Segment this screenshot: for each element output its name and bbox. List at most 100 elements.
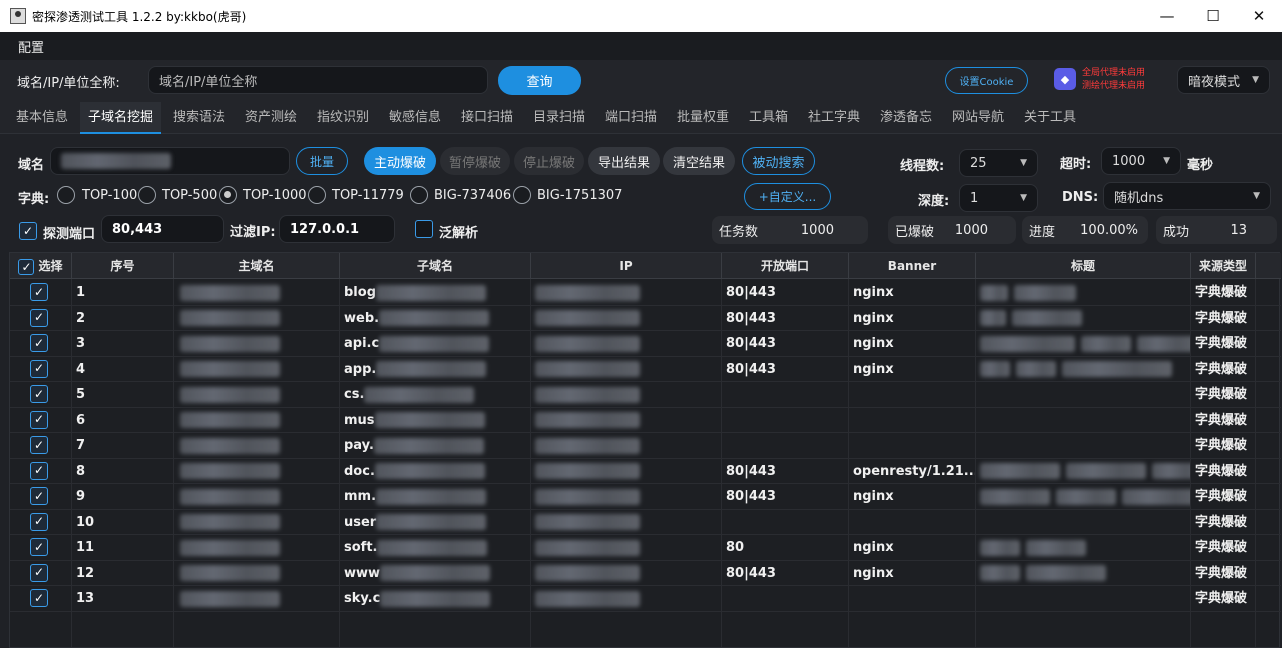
header-banner[interactable]: Banner (849, 253, 976, 279)
radio-top11779[interactable] (308, 186, 326, 204)
row-select-cell[interactable]: ✓ (10, 535, 72, 560)
header-source[interactable]: 来源类型 (1191, 253, 1256, 279)
header-subdomain[interactable]: 子域名 (340, 253, 531, 279)
table-row[interactable]: ✓ 8 doc. 80|443 openresty/1.21.... 字典爆破 (10, 458, 1281, 484)
ports-input[interactable]: 80,443 (101, 215, 224, 243)
table-row[interactable]: ✓ 10 user 字典爆破 (10, 509, 1281, 535)
filter-ip-input[interactable]: 127.0.0.1 (279, 215, 395, 243)
header-select[interactable]: ✓ 选择 (10, 253, 72, 279)
tab-port-scan[interactable]: 端口扫描 (605, 102, 657, 134)
query-button[interactable]: 查询 (498, 66, 581, 95)
tab-site-nav[interactable]: 网站导航 (952, 102, 1004, 134)
header-main-domain[interactable]: 主域名 (174, 253, 340, 279)
tab-batch-weight[interactable]: 批量权重 (677, 102, 729, 134)
row-select-cell[interactable]: ✓ (10, 458, 72, 484)
table-row[interactable]: ✓ 9 mm. 80|443 nginx 字典爆破 (10, 484, 1281, 510)
table-row[interactable]: ✓ 3 api.c 80|443 nginx 字典爆破 (10, 331, 1281, 357)
row-select-cell[interactable]: ✓ (10, 586, 72, 611)
row-checkbox[interactable]: ✓ (30, 283, 48, 301)
header-ip[interactable]: IP (531, 253, 722, 279)
tab-api-scan[interactable]: 接口扫描 (461, 102, 513, 134)
table-row[interactable]: ✓ 11 soft. 80 nginx 字典爆破 (10, 535, 1281, 561)
row-checkbox[interactable]: ✓ (30, 410, 48, 429)
tab-social-dict[interactable]: 社工字典 (808, 102, 860, 134)
table-row[interactable]: ✓ 4 app. 80|443 nginx 字典爆破 (10, 356, 1281, 382)
row-select-cell[interactable]: ✓ (10, 560, 72, 586)
header-title[interactable]: 标题 (976, 253, 1191, 279)
menu-config[interactable]: 配置 (18, 37, 44, 56)
tab-basic-info[interactable]: 基本信息 (16, 102, 68, 134)
row-checkbox[interactable]: ✓ (30, 436, 48, 454)
row-checkbox[interactable]: ✓ (30, 461, 48, 480)
header-index[interactable]: 序号 (72, 253, 174, 279)
domain-input[interactable] (50, 147, 290, 175)
select-all-checkbox[interactable]: ✓ (18, 258, 35, 275)
batch-button[interactable]: 批量 (296, 147, 348, 175)
tab-dir-scan[interactable]: 目录扫描 (533, 102, 585, 134)
row-ip (531, 560, 722, 586)
maximize-button[interactable]: ☐ (1190, 0, 1236, 32)
set-cookie-button[interactable]: 设置Cookie (945, 67, 1028, 94)
threads-select[interactable]: 25 ▼ (959, 149, 1038, 177)
wildcard-checkbox[interactable] (415, 220, 433, 238)
row-ip (531, 382, 722, 407)
depth-select[interactable]: 1 ▼ (959, 184, 1038, 212)
export-button[interactable]: 导出结果 (588, 147, 660, 175)
row-index: 9 (72, 484, 174, 509)
row-select-cell[interactable]: ✓ (10, 331, 72, 356)
tab-sensitive[interactable]: 敏感信息 (389, 102, 441, 134)
passive-search-button[interactable]: 被动搜索 (742, 147, 815, 175)
row-checkbox[interactable]: ✓ (30, 487, 48, 505)
row-checkbox[interactable]: ✓ (30, 512, 48, 531)
port-check-checkbox[interactable]: ✓ (19, 222, 37, 240)
close-button[interactable]: ✕ (1236, 0, 1282, 32)
active-brute-button[interactable]: 主动爆破 (364, 147, 436, 175)
row-checkbox[interactable]: ✓ (30, 538, 48, 556)
custom-dict-button[interactable]: +自定义... (744, 183, 831, 210)
stop-brute-button[interactable]: 停止爆破 (514, 147, 584, 175)
table-row[interactable]: ✓ 6 mus 字典爆破 (10, 407, 1281, 433)
row-checkbox[interactable]: ✓ (30, 334, 48, 352)
tab-subdomain[interactable]: 子域名挖掘 (80, 102, 162, 134)
table-row[interactable]: ✓ 7 pay. 字典爆破 (10, 433, 1281, 459)
row-checkbox[interactable]: ✓ (30, 563, 48, 582)
table-row[interactable]: ✓ 2 web. 80|443 nginx 字典爆破 (10, 305, 1281, 331)
radio-top1000[interactable] (219, 186, 237, 204)
header-ports[interactable]: 开放端口 (722, 253, 849, 279)
radio-big1751307[interactable] (513, 186, 531, 204)
row-checkbox[interactable]: ✓ (30, 308, 48, 327)
row-select-cell[interactable]: ✓ (10, 484, 72, 509)
tab-search-syntax[interactable]: 搜索语法 (173, 102, 225, 134)
timeout-select[interactable]: 1000 ▼ (1101, 147, 1181, 175)
tab-asset-mapping[interactable]: 资产测绘 (245, 102, 297, 134)
query-input[interactable]: 域名/IP/单位全称 (148, 66, 488, 94)
radio-top100[interactable] (57, 186, 75, 204)
table-row[interactable]: ✓ 5 cs. 字典爆破 (10, 382, 1281, 408)
row-checkbox[interactable]: ✓ (30, 589, 48, 607)
row-select-cell[interactable]: ✓ (10, 280, 72, 305)
row-select-cell[interactable]: ✓ (10, 433, 72, 458)
theme-select[interactable]: 暗夜模式 ▼ (1177, 66, 1270, 94)
row-checkbox[interactable]: ✓ (30, 359, 48, 378)
tab-toolbox[interactable]: 工具箱 (749, 102, 788, 134)
clear-button[interactable]: 清空结果 (663, 147, 735, 175)
tab-fingerprint[interactable]: 指纹识别 (317, 102, 369, 134)
row-select-cell[interactable]: ✓ (10, 356, 72, 382)
tab-about[interactable]: 关于工具 (1024, 102, 1076, 134)
table-row[interactable]: ✓ 12 www 80|443 nginx 字典爆破 (10, 560, 1281, 586)
minimize-button[interactable]: — (1144, 0, 1190, 32)
radio-big737406[interactable] (410, 186, 428, 204)
row-select-cell[interactable]: ✓ (10, 407, 72, 433)
row-select-cell[interactable]: ✓ (10, 382, 72, 407)
row-select-cell[interactable]: ✓ (10, 305, 72, 331)
pause-brute-button[interactable]: 暂停爆破 (440, 147, 510, 175)
row-select-cell[interactable]: ✓ (10, 509, 72, 535)
table-row[interactable]: ✓ 13 sky.c 字典爆破 (10, 586, 1281, 612)
results-table: ✓ 选择 序号 主域名 子域名 IP 开放端口 Banner 标题 来源类型 ✓ 1… (9, 252, 1281, 648)
radio-top500[interactable] (138, 186, 156, 204)
table-row[interactable]: ✓ 1 blog 80|443 nginx 字典爆破 (10, 280, 1281, 306)
dns-select[interactable]: 随机dns ▼ (1103, 182, 1271, 210)
row-checkbox[interactable]: ✓ (30, 385, 48, 403)
shield-icon[interactable]: ◆ (1054, 68, 1076, 90)
tab-pentest-notes[interactable]: 渗透备忘 (880, 102, 932, 134)
